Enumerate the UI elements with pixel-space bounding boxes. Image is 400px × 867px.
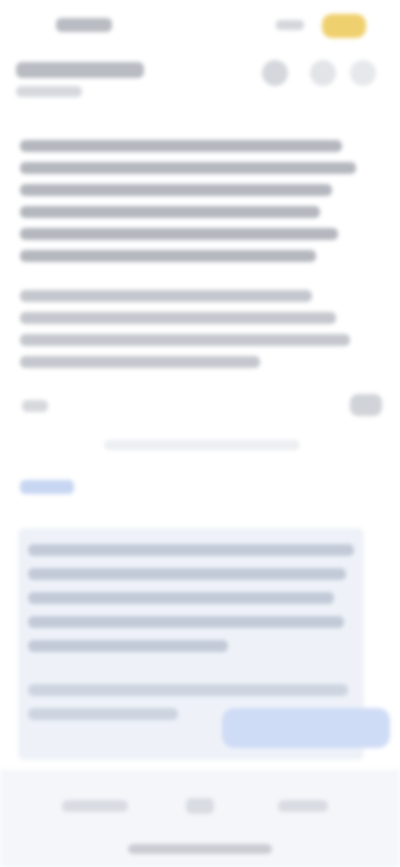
text-line	[28, 568, 346, 580]
text-line	[20, 290, 312, 302]
copy-icon[interactable]	[22, 400, 48, 412]
text-line	[28, 684, 348, 696]
status-time	[56, 18, 112, 32]
text-line	[20, 228, 338, 240]
text-line	[20, 184, 332, 196]
text-line	[28, 616, 344, 628]
section-link[interactable]	[20, 480, 74, 494]
bottom-bar	[0, 770, 400, 867]
app-screen	[0, 0, 400, 867]
share-icon[interactable]	[310, 60, 336, 86]
reaction-button[interactable]	[350, 394, 382, 416]
text-line	[28, 640, 228, 652]
status-bar	[0, 0, 400, 52]
text-line	[28, 592, 334, 604]
message-paragraph	[20, 290, 350, 378]
text-line	[20, 206, 320, 218]
bottom-tab[interactable]	[278, 800, 328, 812]
bottom-tab[interactable]	[186, 798, 214, 814]
text-line	[28, 708, 178, 720]
divider	[104, 440, 300, 450]
more-icon[interactable]	[262, 60, 288, 86]
text-line	[20, 334, 350, 346]
text-line	[20, 356, 260, 368]
card-body	[28, 544, 354, 664]
highlighted-card	[18, 528, 390, 760]
bottom-tab[interactable]	[62, 800, 128, 812]
message-paragraph	[20, 140, 356, 272]
header-title	[16, 62, 144, 78]
text-line	[20, 162, 356, 174]
text-line	[20, 250, 316, 262]
text-line	[20, 312, 336, 324]
signal-icon	[276, 20, 304, 30]
header-subtitle	[16, 86, 82, 97]
menu-icon[interactable]	[350, 60, 376, 86]
home-indicator[interactable]	[128, 844, 272, 854]
text-line	[28, 544, 354, 556]
battery-icon	[322, 14, 366, 38]
header	[0, 52, 400, 122]
action-button[interactable]	[222, 708, 390, 748]
text-line	[20, 140, 342, 152]
